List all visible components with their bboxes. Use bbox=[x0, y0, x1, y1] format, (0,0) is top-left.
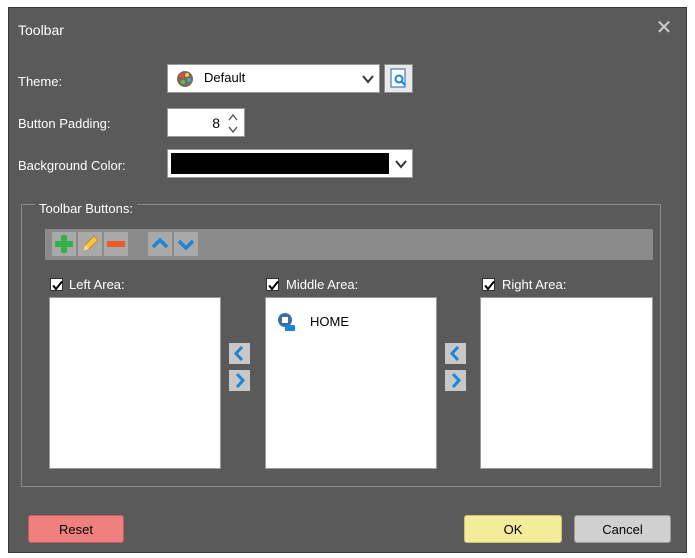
remove-button[interactable] bbox=[104, 232, 128, 256]
button-padding-label: Button Padding: bbox=[18, 116, 111, 131]
right-area-checkbox[interactable] bbox=[482, 278, 495, 291]
title-bar: Toolbar ✕ bbox=[9, 8, 686, 52]
edit-button[interactable] bbox=[78, 232, 102, 256]
theme-label: Theme: bbox=[18, 74, 63, 89]
middle-area-list[interactable]: HOME bbox=[265, 297, 437, 469]
middle-area-label: Middle Area: bbox=[286, 277, 359, 292]
close-button[interactable]: ✕ bbox=[652, 16, 676, 40]
palette-icon bbox=[176, 70, 194, 91]
stepper-down-icon[interactable] bbox=[227, 123, 239, 138]
list-item[interactable]: HOME bbox=[276, 312, 426, 332]
chevron-right-icon bbox=[451, 372, 462, 389]
reset-button[interactable]: Reset bbox=[28, 515, 124, 543]
middle-area-checkbox[interactable] bbox=[266, 278, 279, 291]
chevron-right-icon bbox=[235, 372, 246, 389]
ok-button[interactable]: OK bbox=[464, 515, 562, 543]
button-padding-stepper[interactable]: 8 bbox=[167, 108, 245, 137]
toolbar-actions-strip bbox=[45, 229, 653, 260]
chevron-down-icon bbox=[177, 239, 195, 251]
add-button[interactable] bbox=[52, 232, 76, 256]
home-badge-icon bbox=[276, 312, 296, 335]
move-down-button[interactable] bbox=[174, 232, 198, 256]
minus-icon bbox=[107, 241, 125, 247]
chevron-down-icon bbox=[394, 157, 408, 171]
window-title: Toolbar bbox=[18, 22, 64, 38]
chevron-down-icon bbox=[361, 72, 375, 86]
preview-icon bbox=[389, 68, 409, 93]
theme-value: Default bbox=[204, 70, 246, 85]
theme-preview-button[interactable] bbox=[384, 64, 413, 93]
left-area-label: Left Area: bbox=[69, 277, 125, 292]
button-padding-value: 8 bbox=[212, 115, 220, 131]
move-left-button-1[interactable] bbox=[229, 343, 250, 364]
move-right-button-2[interactable] bbox=[445, 370, 466, 391]
move-left-button-2[interactable] bbox=[445, 343, 466, 364]
right-area-list[interactable] bbox=[480, 297, 653, 469]
theme-dropdown[interactable]: Default bbox=[167, 64, 380, 93]
list-item-label: HOME bbox=[310, 314, 349, 329]
background-color-label: Background Color: bbox=[18, 158, 126, 173]
plus-icon bbox=[55, 235, 73, 253]
chevron-left-icon bbox=[449, 345, 460, 362]
cancel-button[interactable]: Cancel bbox=[574, 515, 671, 543]
move-up-button[interactable] bbox=[148, 232, 172, 256]
color-swatch bbox=[171, 153, 389, 174]
pencil-icon bbox=[82, 235, 99, 252]
toolbar-buttons-title: Toolbar Buttons: bbox=[35, 201, 137, 216]
right-area-label: Right Area: bbox=[502, 277, 567, 292]
chevron-up-icon bbox=[151, 237, 169, 249]
chevron-left-icon bbox=[233, 345, 244, 362]
background-color-dropdown[interactable] bbox=[167, 149, 413, 178]
left-area-checkbox[interactable] bbox=[50, 278, 63, 291]
move-right-button-1[interactable] bbox=[229, 370, 250, 391]
left-area-list[interactable] bbox=[49, 297, 221, 469]
toolbar-dialog: Toolbar ✕ Theme: Default Button Padding:… bbox=[9, 8, 686, 552]
